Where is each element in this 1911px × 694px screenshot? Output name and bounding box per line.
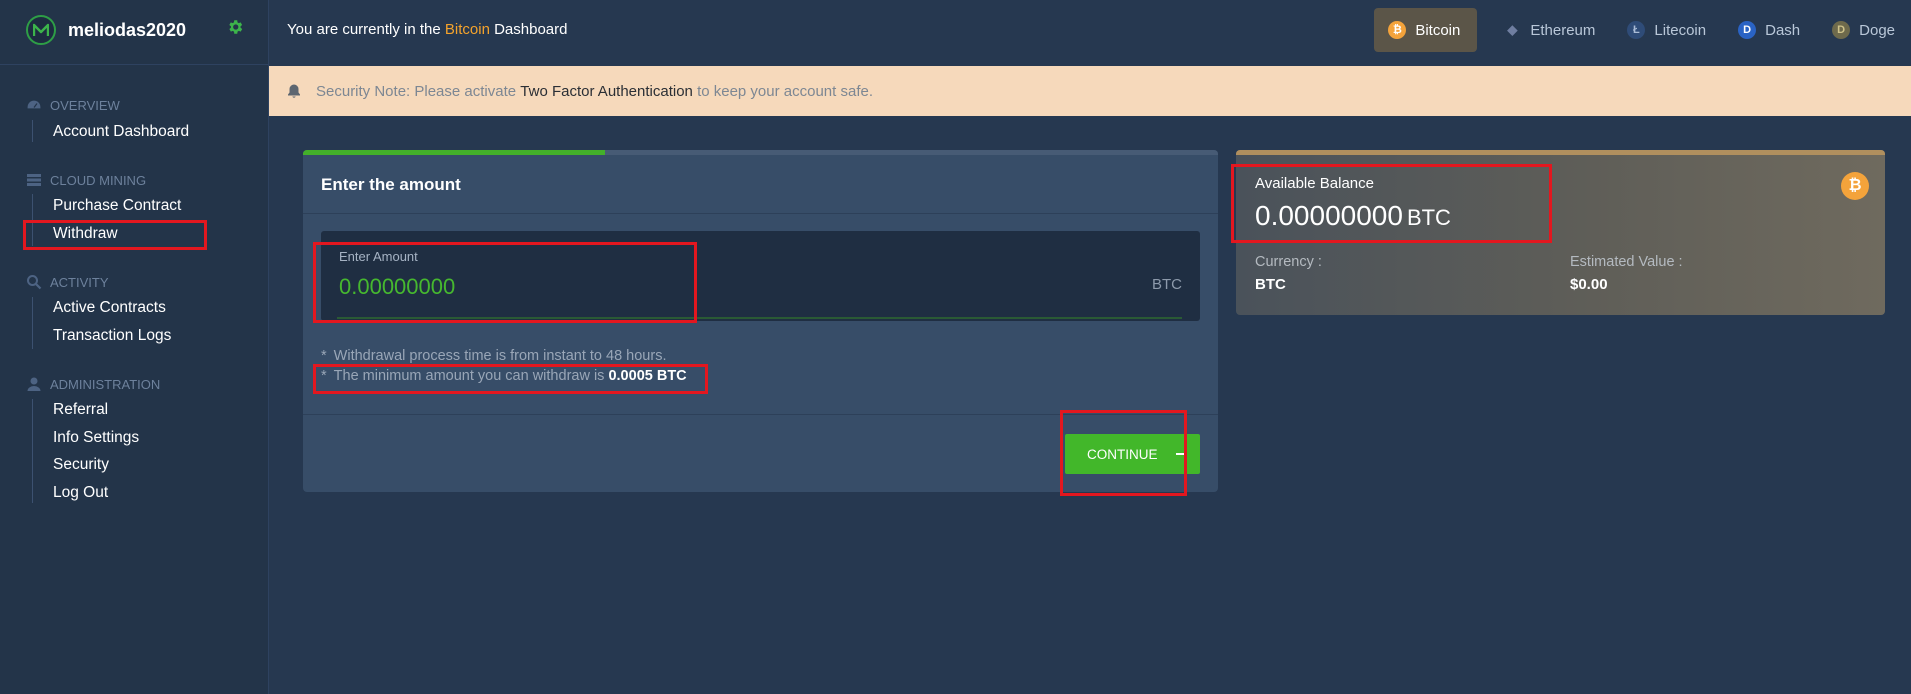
sidebar-item-purchase-contract[interactable]: Purchase Contract: [53, 197, 181, 215]
arrow-right-icon: [1176, 453, 1186, 455]
estimated-value: $0.00: [1570, 276, 1608, 293]
coin-tab-doge[interactable]: D Doge: [1816, 8, 1911, 52]
step-progress-bar: [303, 150, 1218, 155]
brand-logo-icon: [26, 15, 56, 45]
note-processing-time: * Withdrawal process time is from instant…: [321, 348, 667, 364]
bitcoin-icon: ₿: [1841, 172, 1869, 200]
coin-switcher: ₿ Bitcoin ◆ Ethereum Ł Litecoin D Dash D…: [1374, 8, 1911, 52]
withdraw-card: Enter the amount Enter Amount BTC *Withd…: [303, 150, 1218, 492]
dash-icon: D: [1738, 21, 1757, 39]
sidebar-item-security[interactable]: Security: [53, 456, 109, 474]
step-progress-fill: [303, 150, 605, 155]
coin-tab-dash[interactable]: D Dash: [1722, 8, 1816, 52]
minimum-amount-value: 0.0005 BTC: [608, 368, 687, 384]
balance-card: Available Balance 0.00000000 BTC ₿ Curren…: [1236, 150, 1885, 315]
dashboard-gauge-icon: [26, 99, 42, 110]
litecoin-icon: Ł: [1627, 21, 1646, 39]
section-overview: Overview: [26, 97, 120, 113]
amount-label: Enter Amount: [339, 249, 418, 264]
currency-label: Currency :: [1255, 254, 1322, 270]
username: meliodas2020: [68, 19, 187, 40]
sidebar-item-withdraw[interactable]: Withdraw: [53, 225, 118, 243]
security-banner: Security Note: Please activate Two Facto…: [269, 66, 1911, 116]
gear-icon[interactable]: [226, 18, 244, 36]
balance-card-accent: [1236, 150, 1885, 155]
amount-underline: [337, 317, 1182, 319]
current-coin: Bitcoin: [444, 21, 490, 38]
doge-icon: D: [1832, 21, 1851, 39]
sidebar: meliodas2020 Overview Account Dashboard …: [0, 0, 269, 694]
section-line: [32, 194, 33, 246]
amount-field-container: Enter Amount BTC: [321, 231, 1200, 321]
section-line: [32, 297, 33, 349]
ethereum-icon: ◆: [1507, 22, 1518, 37]
bell-icon: [288, 84, 300, 98]
divider: [303, 213, 1218, 214]
coin-tab-litecoin[interactable]: Ł Litecoin: [1611, 8, 1722, 52]
currency-value: BTC: [1255, 276, 1286, 293]
estimated-value-label: Estimated Value :: [1570, 254, 1683, 270]
section-activity: Activity: [26, 274, 109, 290]
section-line: [32, 399, 33, 503]
sidebar-item-account-dashboard[interactable]: Account Dashboard: [53, 123, 189, 141]
sidebar-divider: [0, 64, 268, 65]
note-minimum-amount: * The minimum amount you can withdraw is …: [321, 368, 687, 384]
sidebar-item-referral[interactable]: Referral: [53, 401, 108, 419]
coin-tab-bitcoin[interactable]: ₿ Bitcoin: [1374, 8, 1478, 52]
sidebar-item-info-settings[interactable]: Info Settings: [53, 429, 139, 447]
section-cloud-mining: Cloud Mining: [26, 172, 146, 188]
user-icon: [27, 377, 41, 391]
amount-unit: BTC: [1152, 276, 1182, 293]
divider: [303, 414, 1218, 415]
dashboard-context: You are currently in the Bitcoin Dashboa…: [287, 21, 568, 38]
bitcoin-icon: ₿: [1388, 21, 1407, 39]
section-line: [32, 120, 33, 142]
available-balance-label: Available Balance: [1255, 175, 1374, 192]
section-administration: Administration: [26, 376, 160, 392]
available-balance-value: 0.00000000 BTC: [1255, 200, 1451, 231]
coin-tab-ethereum[interactable]: ◆ Ethereum: [1487, 8, 1611, 52]
continue-button[interactable]: Continue: [1065, 434, 1200, 474]
card-title: Enter the amount: [321, 175, 461, 194]
brand[interactable]: meliodas2020: [26, 14, 186, 46]
sidebar-item-transaction-logs[interactable]: Transaction Logs: [53, 327, 171, 345]
search-icon: [27, 275, 42, 290]
sidebar-item-active-contracts[interactable]: Active Contracts: [53, 299, 166, 317]
server-stack-icon: [27, 174, 41, 186]
sidebar-item-log-out[interactable]: Log Out: [53, 484, 108, 502]
two-factor-link[interactable]: Two Factor Authentication: [520, 83, 693, 100]
amount-input[interactable]: [337, 269, 941, 305]
